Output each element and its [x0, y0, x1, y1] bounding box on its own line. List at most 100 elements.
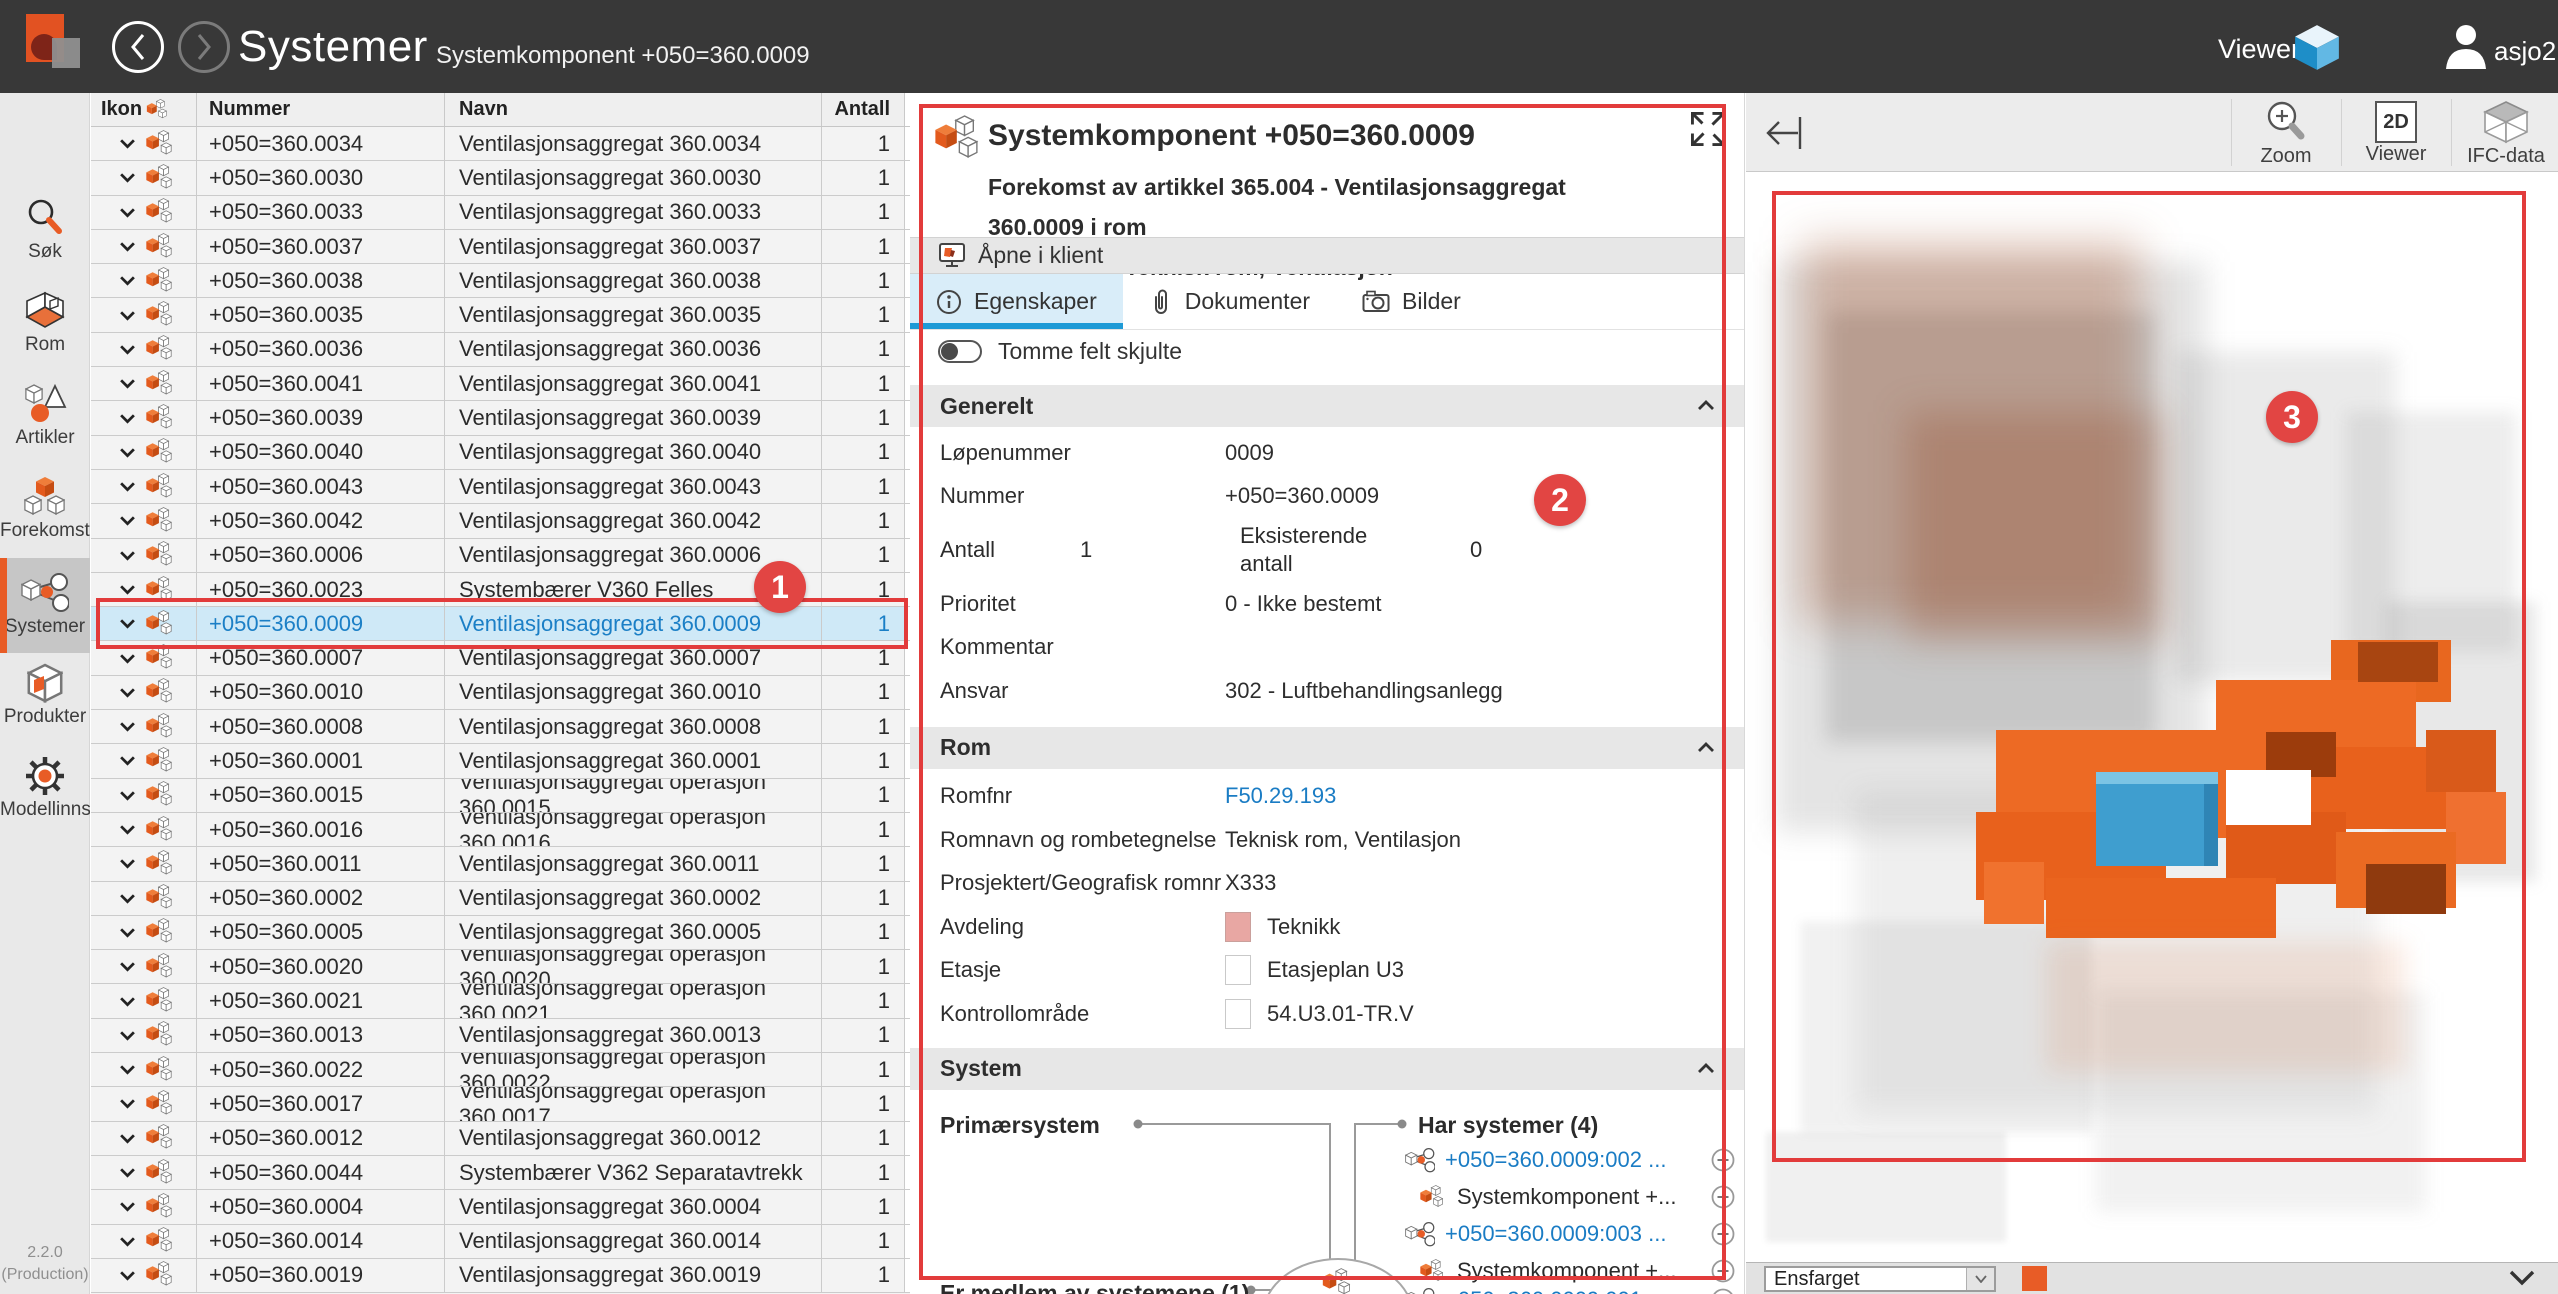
chevron-down-icon[interactable] — [119, 241, 136, 252]
table-row[interactable]: +050=360.0005 Ventilasjonsaggregat 360.0… — [91, 916, 910, 950]
user-avatar-icon[interactable] — [2440, 24, 2488, 75]
back-button[interactable] — [112, 21, 164, 73]
table-row[interactable]: +050=360.0043 Ventilasjonsaggregat 360.0… — [91, 470, 910, 504]
field-value[interactable]: X333 — [1225, 870, 1276, 896]
chevron-down-icon[interactable] — [119, 893, 136, 904]
table-row[interactable]: +050=360.0037 Ventilasjonsaggregat 360.0… — [91, 230, 910, 264]
collapse-panel-icon[interactable] — [1760, 111, 1812, 155]
chevron-down-icon[interactable] — [119, 413, 136, 424]
table-row[interactable]: +050=360.0006 Ventilasjonsaggregat 360.0… — [91, 539, 910, 573]
zoom-button[interactable]: Zoom — [2231, 93, 2341, 172]
table-row[interactable]: +050=360.0010 Ventilasjonsaggregat 360.0… — [91, 676, 910, 710]
chevron-down-icon[interactable] — [119, 618, 136, 629]
ifc-data-button[interactable]: IFC-data — [2451, 93, 2558, 172]
section-header-rom[interactable]: Rom — [910, 727, 1745, 769]
system-item-label[interactable]: +050=360.0009:002 ... — [1445, 1147, 1701, 1173]
table-row[interactable]: +050=360.0008 Ventilasjonsaggregat 360.0… — [91, 710, 910, 744]
column-header-antall[interactable]: Antall — [822, 93, 905, 126]
chevron-down-icon[interactable] — [119, 927, 136, 938]
chevron-down-icon[interactable] — [119, 961, 136, 972]
table-row[interactable]: +050=360.0023 Systembærer V360 Felles 1 — [91, 573, 910, 607]
chevron-down-icon[interactable] — [119, 1030, 136, 1041]
tab-dokumenter[interactable]: Dokumenter — [1123, 274, 1336, 329]
chevron-down-icon[interactable] — [119, 1167, 136, 1178]
viewer-cube-icon[interactable] — [2292, 22, 2342, 77]
add-icon[interactable] — [1711, 1185, 1735, 1209]
chevron-down-icon[interactable] — [119, 447, 136, 458]
chevron-down-icon[interactable] — [119, 275, 136, 286]
chevron-down-icon[interactable] — [119, 207, 136, 218]
table-row[interactable]: +050=360.0034 Ventilasjonsaggregat 360.0… — [91, 127, 910, 161]
system-item-label[interactable]: Systemkomponent +... — [1457, 1184, 1701, 1210]
table-row[interactable]: +050=360.0015 Ventilasjonsaggregat opera… — [91, 779, 910, 813]
field-value[interactable]: 54.U3.01-TR.V — [1267, 1001, 1414, 1027]
table-row[interactable]: +050=360.0038 Ventilasjonsaggregat 360.0… — [91, 264, 910, 298]
chevron-down-icon[interactable] — [119, 515, 136, 526]
model-viewport[interactable] — [1746, 172, 2558, 1262]
chevron-down-icon[interactable] — [119, 790, 136, 801]
chevron-down-icon[interactable] — [119, 824, 136, 835]
add-icon[interactable] — [1711, 1259, 1735, 1283]
system-item-label[interactable]: Systemkomponent +... — [1457, 1258, 1701, 1284]
column-header-nummer[interactable]: Nummer — [197, 93, 445, 126]
tab-egenskaper[interactable]: Egenskaper — [910, 274, 1123, 329]
table-row[interactable]: +050=360.0017 Ventilasjonsaggregat opera… — [91, 1087, 910, 1121]
chevron-down-icon[interactable] — [2508, 1269, 2536, 1287]
chevron-down-icon[interactable] — [119, 584, 136, 595]
table-row[interactable]: +050=360.0021 Ventilasjonsaggregat opera… — [91, 984, 910, 1018]
sidebar-item-modellinnstillinger[interactable]: Modellinnstill — [0, 751, 90, 837]
section-header-system[interactable]: System — [910, 1048, 1745, 1090]
chevron-down-icon[interactable] — [119, 344, 136, 355]
chevron-down-icon[interactable] — [119, 755, 136, 766]
table-row[interactable]: +050=360.0004 Ventilasjonsaggregat 360.0… — [91, 1190, 910, 1224]
tab-bilder[interactable]: Bilder — [1336, 274, 1487, 329]
table-row[interactable]: +050=360.0030 Ventilasjonsaggregat 360.0… — [91, 161, 910, 195]
chevron-down-icon[interactable] — [119, 550, 136, 561]
color-mode-select[interactable]: Ensfarget — [1764, 1266, 1996, 1292]
table-row[interactable]: +050=360.0011 Ventilasjonsaggregat 360.0… — [91, 847, 910, 881]
table-row[interactable]: +050=360.0033 Ventilasjonsaggregat 360.0… — [91, 196, 910, 230]
table-row[interactable]: +050=360.0041 Ventilasjonsaggregat 360.0… — [91, 367, 910, 401]
field-value[interactable]: F50.29.193 — [1225, 783, 1336, 809]
chevron-down-icon[interactable] — [119, 1270, 136, 1281]
field-value[interactable]: Etasjeplan U3 — [1267, 957, 1404, 983]
field-value[interactable]: Teknikk — [1267, 914, 1340, 940]
chevron-down-icon[interactable] — [119, 653, 136, 664]
section-header-generelt[interactable]: Generelt — [910, 385, 1745, 427]
chevron-down-icon[interactable] — [119, 172, 136, 183]
system-item-label[interactable]: +050=360.0009:001 — [1445, 1287, 1701, 1294]
chevron-down-icon[interactable] — [119, 996, 136, 1007]
table-row[interactable]: +050=360.0009 Ventilasjonsaggregat 360.0… — [91, 607, 910, 641]
chevron-down-icon[interactable] — [119, 721, 136, 732]
sidebar-item-produkter[interactable]: Produkter — [0, 658, 90, 744]
system-item-label[interactable]: +050=360.0009:003 ... — [1445, 1221, 1701, 1247]
add-icon[interactable] — [1711, 1148, 1735, 1172]
sidebar-item-forekomster[interactable]: Forekomster — [0, 472, 90, 558]
table-row[interactable]: +050=360.0020 Ventilasjonsaggregat opera… — [91, 950, 910, 984]
chevron-down-icon[interactable] — [119, 378, 136, 389]
chevron-down-icon[interactable] — [119, 1133, 136, 1144]
table-row[interactable]: +050=360.0001 Ventilasjonsaggregat 360.0… — [91, 744, 910, 778]
table-row[interactable]: +050=360.0016 Ventilasjonsaggregat opera… — [91, 813, 910, 847]
table-row[interactable]: +050=360.0012 Ventilasjonsaggregat 360.0… — [91, 1122, 910, 1156]
table-row[interactable]: +050=360.0014 Ventilasjonsaggregat 360.0… — [91, 1225, 910, 1259]
table-row[interactable]: +050=360.0007 Ventilasjonsaggregat 360.0… — [91, 641, 910, 675]
orange-color-swatch[interactable] — [2022, 1266, 2047, 1291]
column-header-ikon[interactable]: Ikon — [91, 93, 197, 126]
chevron-down-icon[interactable] — [119, 858, 136, 869]
sidebar-item-rom[interactable]: Rom — [0, 286, 90, 372]
chevron-down-icon[interactable] — [119, 1098, 136, 1109]
table-row[interactable]: +050=360.0036 Ventilasjonsaggregat 360.0… — [91, 333, 910, 367]
add-icon[interactable] — [1711, 1222, 1735, 1246]
column-header-navn[interactable]: Navn — [445, 93, 822, 126]
table-row[interactable]: +050=360.0022 Ventilasjonsaggregat opera… — [91, 1053, 910, 1087]
expand-icon[interactable] — [1688, 109, 1728, 149]
table-row[interactable]: +050=360.0035 Ventilasjonsaggregat 360.0… — [91, 298, 910, 332]
table-row[interactable]: +050=360.0044 Systembærer V362 Separatav… — [91, 1156, 910, 1190]
table-row[interactable]: +050=360.0019 Ventilasjonsaggregat 360.0… — [91, 1259, 910, 1293]
sidebar-item-systemer[interactable]: Systemer — [0, 558, 90, 653]
chevron-down-icon[interactable] — [119, 138, 136, 149]
field-value[interactable]: Teknisk rom, Ventilasjon — [1225, 827, 1461, 853]
table-row[interactable]: +050=360.0040 Ventilasjonsaggregat 360.0… — [91, 436, 910, 470]
chevron-down-icon[interactable] — [119, 687, 136, 698]
